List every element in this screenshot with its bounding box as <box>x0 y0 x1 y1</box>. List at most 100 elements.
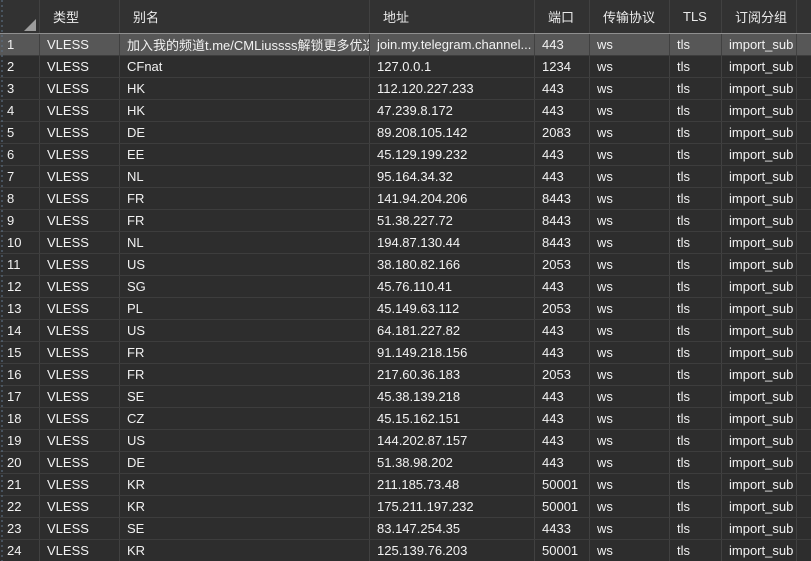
table-row[interactable]: 21 VLESS KR 211.185.73.48 50001 ws tls i… <box>0 474 811 496</box>
table-row[interactable]: 7 VLESS NL 95.164.34.32 443 ws tls impor… <box>0 166 811 188</box>
table-row[interactable]: 14 VLESS US 64.181.227.82 443 ws tls imp… <box>0 320 811 342</box>
network-cell: ws <box>590 34 670 55</box>
row-number-cell: 1 <box>0 34 40 55</box>
trailing-cell <box>797 408 811 429</box>
tls-cell: tls <box>670 298 722 319</box>
column-header-label: 传输协议 <box>603 7 655 26</box>
network-cell: ws <box>590 232 670 253</box>
address-cell: 83.147.254.35 <box>370 518 535 539</box>
type-cell: VLESS <box>40 78 120 99</box>
network-cell: ws <box>590 210 670 231</box>
table-row[interactable]: 1 VLESS 加入我的频道t.me/CMLiussss解锁更多优选节点 joi… <box>0 34 811 56</box>
table-row[interactable]: 5 VLESS DE 89.208.105.142 2083 ws tls im… <box>0 122 811 144</box>
table-row[interactable]: 8 VLESS FR 141.94.204.206 8443 ws tls im… <box>0 188 811 210</box>
row-number-cell: 2 <box>0 56 40 77</box>
alias-cell: FR <box>120 342 370 363</box>
alias-cell: KR <box>120 474 370 495</box>
alias-cell: US <box>120 320 370 341</box>
type-cell: VLESS <box>40 56 120 77</box>
group-cell: import_sub <box>722 34 797 55</box>
table-body: 1 VLESS 加入我的频道t.me/CMLiussss解锁更多优选节点 joi… <box>0 34 811 561</box>
column-header-label: 端口 <box>548 7 574 26</box>
trailing-cell <box>797 122 811 143</box>
group-cell: import_sub <box>722 518 797 539</box>
group-cell: import_sub <box>722 452 797 473</box>
trailing-cell <box>797 540 811 561</box>
network-cell: ws <box>590 518 670 539</box>
port-cell: 4433 <box>535 518 590 539</box>
trailing-cell <box>797 254 811 275</box>
group-cell: import_sub <box>722 408 797 429</box>
port-cell: 443 <box>535 166 590 187</box>
trailing-cell <box>797 452 811 473</box>
row-number-cell: 6 <box>0 144 40 165</box>
group-cell: import_sub <box>722 474 797 495</box>
column-header-type[interactable]: 类型 <box>40 0 120 33</box>
table-row[interactable]: 18 VLESS CZ 45.15.162.151 443 ws tls imp… <box>0 408 811 430</box>
table-row[interactable]: 13 VLESS PL 45.149.63.112 2053 ws tls im… <box>0 298 811 320</box>
table-row[interactable]: 15 VLESS FR 91.149.218.156 443 ws tls im… <box>0 342 811 364</box>
alias-cell: SE <box>120 386 370 407</box>
column-header-group[interactable]: 订阅分组 <box>722 0 797 33</box>
table-row[interactable]: 24 VLESS KR 125.139.76.203 50001 ws tls … <box>0 540 811 561</box>
port-cell: 8443 <box>535 210 590 231</box>
table-row[interactable]: 11 VLESS US 38.180.82.166 2053 ws tls im… <box>0 254 811 276</box>
tls-cell: tls <box>670 430 722 451</box>
trailing-cell <box>797 386 811 407</box>
alias-cell: US <box>120 254 370 275</box>
group-cell: import_sub <box>722 188 797 209</box>
network-cell: ws <box>590 254 670 275</box>
table-row[interactable]: 22 VLESS KR 175.211.197.232 50001 ws tls… <box>0 496 811 518</box>
type-cell: VLESS <box>40 430 120 451</box>
table-row[interactable]: 23 VLESS SE 83.147.254.35 4433 ws tls im… <box>0 518 811 540</box>
table-row[interactable]: 19 VLESS US 144.202.87.157 443 ws tls im… <box>0 430 811 452</box>
tls-cell: tls <box>670 496 722 517</box>
column-header-row-number[interactable] <box>0 0 40 33</box>
table-row[interactable]: 10 VLESS NL 194.87.130.44 8443 ws tls im… <box>0 232 811 254</box>
table-row[interactable]: 16 VLESS FR 217.60.36.183 2053 ws tls im… <box>0 364 811 386</box>
table-row[interactable]: 2 VLESS CFnat 127.0.0.1 1234 ws tls impo… <box>0 56 811 78</box>
tls-cell: tls <box>670 320 722 341</box>
row-number-cell: 12 <box>0 276 40 297</box>
group-cell: import_sub <box>722 364 797 385</box>
column-header-tls[interactable]: TLS <box>670 0 722 33</box>
port-cell: 2083 <box>535 122 590 143</box>
column-header-alias[interactable]: 别名 <box>120 0 370 33</box>
alias-cell: DE <box>120 122 370 143</box>
port-cell: 443 <box>535 34 590 55</box>
table-row[interactable]: 4 VLESS HK 47.239.8.172 443 ws tls impor… <box>0 100 811 122</box>
trailing-cell <box>797 430 811 451</box>
tls-cell: tls <box>670 232 722 253</box>
table-row[interactable]: 3 VLESS HK 112.120.227.233 443 ws tls im… <box>0 78 811 100</box>
network-cell: ws <box>590 100 670 121</box>
trailing-cell <box>797 364 811 385</box>
column-header-network[interactable]: 传输协议 <box>590 0 670 33</box>
group-cell: import_sub <box>722 298 797 319</box>
address-cell: 211.185.73.48 <box>370 474 535 495</box>
table-row[interactable]: 12 VLESS SG 45.76.110.41 443 ws tls impo… <box>0 276 811 298</box>
row-number-cell: 20 <box>0 452 40 473</box>
table-row[interactable]: 20 VLESS DE 51.38.98.202 443 ws tls impo… <box>0 452 811 474</box>
port-cell: 443 <box>535 320 590 341</box>
trailing-cell <box>797 298 811 319</box>
group-cell: import_sub <box>722 320 797 341</box>
type-cell: VLESS <box>40 518 120 539</box>
type-cell: VLESS <box>40 474 120 495</box>
network-cell: ws <box>590 166 670 187</box>
column-header-port[interactable]: 端口 <box>535 0 590 33</box>
group-cell: import_sub <box>722 144 797 165</box>
trailing-cell <box>797 166 811 187</box>
column-header-address[interactable]: 地址 <box>370 0 535 33</box>
port-cell: 443 <box>535 386 590 407</box>
address-cell: 45.38.139.218 <box>370 386 535 407</box>
address-cell: 144.202.87.157 <box>370 430 535 451</box>
table-row[interactable]: 17 VLESS SE 45.38.139.218 443 ws tls imp… <box>0 386 811 408</box>
table-row[interactable]: 6 VLESS EE 45.129.199.232 443 ws tls imp… <box>0 144 811 166</box>
type-cell: VLESS <box>40 408 120 429</box>
address-cell: 91.149.218.156 <box>370 342 535 363</box>
port-cell: 2053 <box>535 298 590 319</box>
row-number-cell: 11 <box>0 254 40 275</box>
port-cell: 443 <box>535 78 590 99</box>
table-row[interactable]: 9 VLESS FR 51.38.227.72 8443 ws tls impo… <box>0 210 811 232</box>
type-cell: VLESS <box>40 122 120 143</box>
